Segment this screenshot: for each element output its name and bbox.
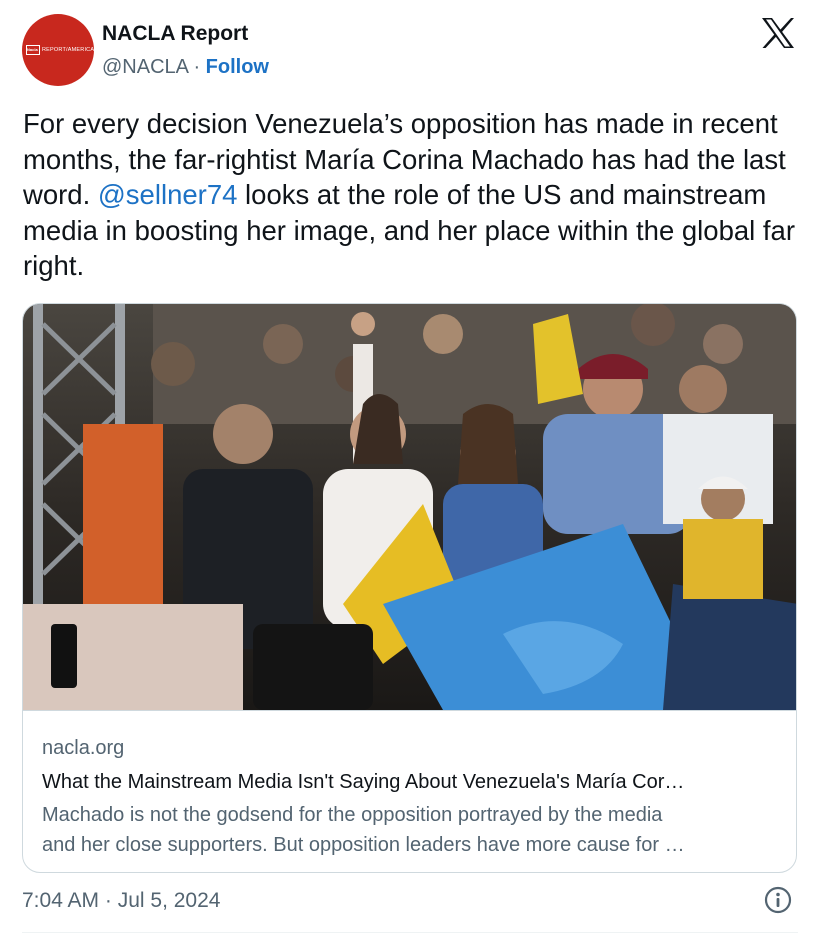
- x-logo-icon[interactable]: [761, 17, 795, 49]
- author-display-name[interactable]: NACLA Report: [102, 20, 248, 48]
- logo-box-text: Nacla: [27, 47, 38, 52]
- card-image[interactable]: [23, 304, 797, 710]
- mention-link[interactable]: @sellner74: [98, 179, 238, 210]
- card-description: Machado is not the godsend for the oppos…: [42, 800, 782, 860]
- avatar[interactable]: Nacla REPORT/AMERICAS: [22, 14, 94, 86]
- info-icon[interactable]: [764, 886, 792, 914]
- card-description-line: Machado is not the godsend for the oppos…: [42, 804, 663, 826]
- author-handle[interactable]: @NACLA: [102, 56, 188, 78]
- tweet-text: For every decision Venezuela’s oppositio…: [23, 106, 803, 284]
- card-description-line: and her close supporters. But opposition…: [42, 834, 685, 856]
- divider: [22, 932, 798, 933]
- link-card[interactable]: nacla.org What the Mainstream Media Isn'…: [22, 303, 797, 873]
- handle-separator: ·: [187, 56, 206, 78]
- nacla-logo: Nacla REPORT/AMERICAS: [26, 45, 94, 55]
- logo-tagline: REPORT/AMERICAS: [42, 47, 94, 53]
- follow-button[interactable]: Follow: [206, 56, 269, 78]
- card-title[interactable]: What the Mainstream Media Isn't Saying A…: [42, 768, 782, 796]
- tweet-timestamp[interactable]: 7:04 AM · Jul 5, 2024: [22, 887, 220, 915]
- author-handle-row: @NACLA · Follow: [102, 53, 269, 81]
- card-domain: nacla.org: [42, 737, 125, 759]
- card-meta: nacla.org What the Mainstream Media Isn'…: [23, 710, 796, 872]
